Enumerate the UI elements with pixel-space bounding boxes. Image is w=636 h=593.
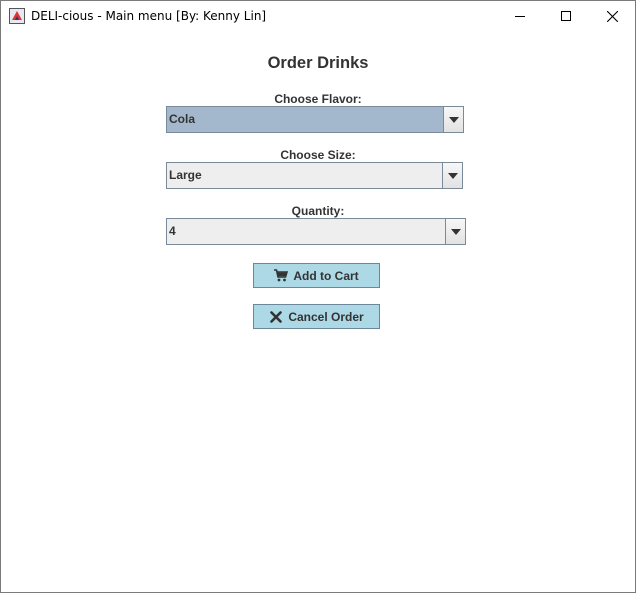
cancel-order-label: Cancel Order [288,309,364,324]
size-value: Large [169,168,202,182]
chevron-down-icon[interactable] [443,107,463,132]
page-title: Order Drinks [267,54,369,72]
app-icon [9,8,25,24]
maximize-button[interactable] [543,1,589,31]
add-to-cart-button[interactable]: Add to Cart [253,263,380,288]
quantity-combo[interactable]: 4 [166,218,466,245]
size-combo[interactable]: Large [166,162,463,189]
flavor-value: Cola [169,112,196,126]
minimize-icon [515,16,525,17]
x-icon [269,310,283,323]
flavor-combo[interactable]: Cola [166,106,464,133]
size-label: Choose Size: [280,148,356,162]
quantity-value: 4 [169,224,176,238]
title-bar[interactable]: DELI-cious - Main menu [By: Kenny Lin] [1,1,635,31]
minimize-button[interactable] [497,1,543,31]
window-title: DELI-cious - Main menu [By: Kenny Lin] [31,9,267,23]
add-to-cart-label: Add to Cart [293,268,359,283]
cart-icon [274,269,289,282]
close-button[interactable] [589,1,635,31]
chevron-down-icon[interactable] [442,163,462,188]
quantity-label: Quantity: [291,204,345,218]
chevron-down-icon[interactable] [445,219,465,244]
app-window: DELI-cious - Main menu [By: Kenny Lin] O… [0,0,636,593]
flavor-label: Choose Flavor: [274,92,362,106]
maximize-icon [561,11,571,21]
cancel-order-button[interactable]: Cancel Order [253,304,380,329]
close-icon [606,10,618,22]
